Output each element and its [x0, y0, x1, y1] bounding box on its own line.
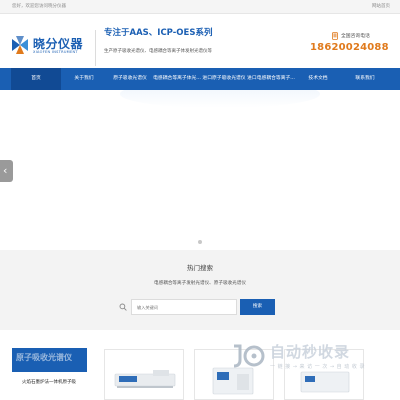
watermark: 自动秒收录 一 链 接 → 来 访 一 次 → 自 动 收 录 [230, 340, 390, 380]
watermark-title: 自动秒收录 [270, 343, 351, 361]
product-card[interactable] [104, 349, 184, 400]
phone-icon [332, 32, 338, 40]
hot-search-title: 热门搜索 [187, 264, 213, 272]
site-logo[interactable]: 晓分仪器 XIAOFEN INSTRUMENT [10, 34, 90, 60]
nav-item-import-icp[interactable]: 进口电感耦合等离子... [247, 68, 295, 90]
site-header: 晓分仪器 XIAOFEN INSTRUMENT 专注于AAS、ICP-OES系列… [0, 14, 400, 68]
header-sub-slogan: 生产原子吸收光谱仪、电感耦合等离子体发射光谱仪等 [104, 49, 212, 54]
header-slogan: 专注于AAS、ICP-OES系列 [104, 28, 213, 38]
search-icon [119, 303, 127, 311]
category-title: 原子吸收光谱仪 [16, 353, 72, 362]
homepage-link[interactable]: 网站首页 [372, 3, 390, 9]
banner-image [120, 90, 320, 108]
search-input[interactable] [132, 300, 236, 314]
top-strip: 您好，欢迎您访问晓分仪器 网站首页 [0, 0, 400, 14]
nav-item-import-aas[interactable]: 进口原子吸收光谱仪 [201, 68, 247, 90]
nav-item-icp[interactable]: 电感耦合等离子体光... [153, 68, 201, 90]
xiaofen-logo-icon [12, 36, 28, 54]
aas-instrument-image [114, 370, 176, 388]
hot-search-keywords[interactable]: 电感耦合等离子发射光谱仪、原子吸收光谱仪 [0, 280, 400, 286]
chevron-left-icon: ‹ [3, 164, 8, 177]
hotline-number[interactable]: 18620024088 [310, 42, 389, 53]
welcome-text: 您好，欢迎您访问晓分仪器 [12, 4, 66, 9]
brand-name-en: XIAOFEN INSTRUMENT [33, 50, 78, 54]
hotline-label: 全国咨询电话 [341, 34, 370, 39]
watermark-tagline: 一 链 接 → 来 访 一 次 → 自 动 收 录 [270, 364, 365, 370]
category-item-label: 火焰石墨炉法一体机原子吸 [22, 380, 76, 385]
nav-item-home[interactable]: 首页 [11, 68, 61, 90]
banner-dot[interactable] [198, 240, 202, 244]
search-field[interactable] [131, 299, 237, 315]
nav-item-aas[interactable]: 原子吸收光谱仪 [107, 68, 153, 90]
product-category-panel[interactable]: 原子吸收光谱仪 火焰石墨炉法一体机原子吸 [12, 348, 87, 400]
nav-item-contact[interactable]: 联系我们 [341, 68, 389, 90]
category-item[interactable]: 火焰石墨炉法一体机原子吸 [12, 372, 87, 400]
nav-item-docs[interactable]: 技术文档 [295, 68, 341, 90]
hotline: 全国咨询电话 18620024088 [310, 30, 390, 60]
header-divider [95, 30, 96, 66]
watermark-logo-icon [233, 344, 265, 368]
nav-item-about[interactable]: 关于我们 [61, 68, 107, 90]
main-nav: 首页 关于我们 原子吸收光谱仪 电感耦合等离子体光... 进口原子吸收光谱仪 进… [0, 68, 400, 90]
hot-search-section: 热门搜索 电感耦合等离子发射光谱仪、原子吸收光谱仪 搜索 [0, 250, 400, 330]
banner-prev-button[interactable]: ‹ [0, 160, 13, 182]
hero-banner: ‹ [0, 90, 400, 250]
search-button[interactable]: 搜索 [240, 299, 275, 315]
